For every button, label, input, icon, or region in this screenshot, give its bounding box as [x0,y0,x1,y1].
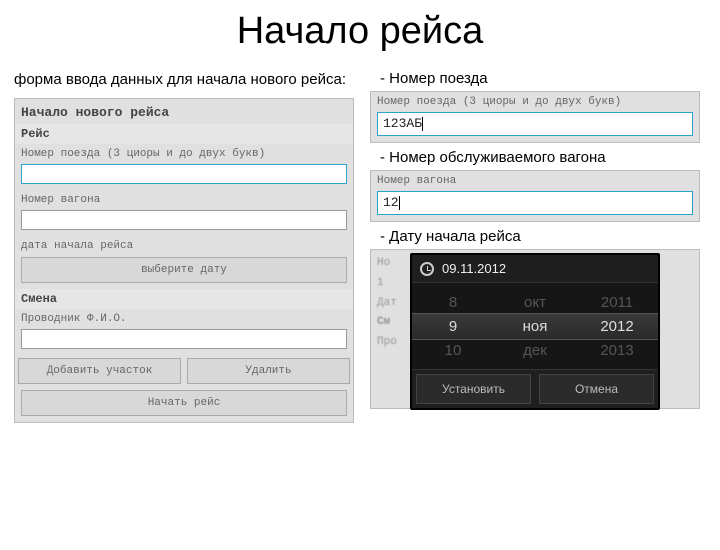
clock-icon [420,262,434,276]
slide-title: Начало рейса [0,10,720,53]
section-shift: Смена [15,289,353,309]
train-number-field[interactable]: 123АБ [377,112,693,136]
wagon-number-snippet: Номер вагона 12 [370,170,700,222]
choose-date-button[interactable]: выберите дату [21,257,347,283]
wagon-field-label: Номер вагона [371,171,699,189]
add-segment-button[interactable]: Добавить участок [18,358,181,384]
section-trip: Рейс [15,124,353,144]
text-cursor [399,196,400,210]
train-number-snippet: Номер поезда (3 циоры и до двух букв) 12… [370,91,700,143]
form-description: форма ввода данных для начала нового рей… [14,70,354,90]
trip-date-caption: - Дату начала рейса [370,222,700,249]
train-number-label: Номер поезда (3 циоры и до двух букв) [15,144,353,162]
date-picker-header: 09.11.2012 [412,255,658,283]
selected-date-text: 09.11.2012 [442,261,506,276]
form-header: Начало нового рейса [15,99,353,124]
delete-button[interactable]: Удалить [187,358,350,384]
train-number-input[interactable] [21,164,347,184]
wagon-number-label: Номер вагона [15,190,353,208]
text-cursor [422,117,423,131]
date-picker-dialog: 09.11.2012 8 9 10 окт ноя дек 2011 2012 … [410,253,660,410]
cancel-date-button[interactable]: Отмена [539,374,654,404]
conductor-fio-input[interactable] [21,329,347,349]
day-wheel[interactable]: 8 9 10 [412,283,494,369]
conductor-fio-label: Проводник Ф.И.О. [15,309,353,327]
date-picker-area: Но 1 Дат См Про 09.11.2012 8 9 10 окт но… [370,249,700,409]
month-wheel[interactable]: окт ноя дек [494,283,576,369]
wagon-number-input[interactable] [21,210,347,230]
set-date-button[interactable]: Установить [416,374,531,404]
right-column: - Номер поезда Номер поезда (3 циоры и д… [370,70,700,409]
train-field-label: Номер поезда (3 циоры и до двух букв) [371,92,699,110]
date-wheels[interactable]: 8 9 10 окт ноя дек 2011 2012 2013 [412,283,658,369]
wagon-number-caption: - Номер обслуживаемого вагона [370,143,700,170]
year-wheel[interactable]: 2011 2012 2013 [576,283,658,369]
start-trip-button[interactable]: Начать рейс [21,390,347,416]
train-number-caption: - Номер поезда [370,70,700,91]
new-trip-form: Начало нового рейса Рейс Номер поезда (3… [14,98,354,423]
trip-date-label: дата начала рейса [15,236,353,254]
wagon-number-field[interactable]: 12 [377,191,693,215]
left-column: форма ввода данных для начала нового рей… [14,70,354,423]
